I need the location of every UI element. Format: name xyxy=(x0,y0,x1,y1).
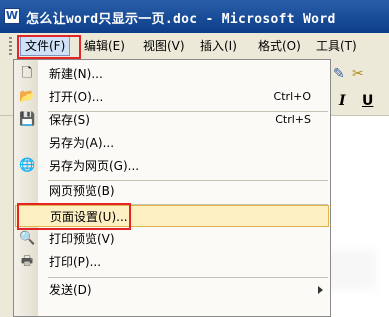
save-icon: 💾 xyxy=(19,112,36,127)
menu-view[interactable]: 视图(V) xyxy=(139,37,189,55)
menu-edit[interactable]: 编辑(E) xyxy=(80,37,129,55)
menu-item-print-preview[interactable]: 🔍 打印预览(V) xyxy=(15,228,329,250)
menu-item-label: 打开(O)... xyxy=(49,90,104,104)
file-menu-highlight-box xyxy=(17,35,81,59)
menu-item-open[interactable]: 📂 打开(O)... Ctrl+O xyxy=(15,86,329,108)
underline-button[interactable]: U xyxy=(362,93,373,109)
menu-item-new[interactable]: 🗋 新建(N)... xyxy=(15,63,329,85)
menu-item-send[interactable]: 发送(D) xyxy=(15,279,329,301)
italic-button[interactable]: I xyxy=(339,93,346,109)
paste-icon[interactable]: ✂ xyxy=(352,66,364,82)
menu-item-shortcut: Ctrl+S xyxy=(275,113,311,126)
menu-item-label: 另存为网页(G)... xyxy=(49,159,140,173)
menu-item-label: 保存(S) xyxy=(49,113,90,127)
menu-item-shortcut: Ctrl+O xyxy=(273,90,311,103)
left-ruler-strip xyxy=(0,116,13,317)
menu-item-save-as-web[interactable]: 🌐 另存为网页(G)... xyxy=(15,155,329,177)
menu-insert[interactable]: 插入(I) xyxy=(196,37,241,55)
menubar-grip-handle[interactable] xyxy=(9,37,12,55)
menu-item-label: 打印预览(V) xyxy=(49,232,115,246)
title-bar: W 怎么让word只显示一页.doc - Microsoft Word xyxy=(0,0,389,33)
menu-item-save[interactable]: 💾 保存(S) Ctrl+S xyxy=(15,109,329,131)
word-app-icon: W xyxy=(4,8,20,24)
menu-item-label: 发送(D) xyxy=(49,283,92,297)
folder-open-icon: 📂 xyxy=(19,89,36,104)
save-web-icon: 🌐 xyxy=(19,158,36,173)
submenu-arrow-icon xyxy=(318,286,323,294)
menu-item-label: 网页预览(B) xyxy=(49,184,115,198)
page-setup-highlight-box xyxy=(17,203,131,230)
menu-item-label: 另存为(A)... xyxy=(49,136,115,150)
print-preview-icon: 🔍 xyxy=(19,231,36,246)
menu-item-print[interactable]: 🖶 打印(P)... xyxy=(15,251,329,273)
new-doc-icon: 🗋 xyxy=(21,66,33,81)
menu-separator xyxy=(48,277,328,278)
format-painter-icon[interactable]: ✎ xyxy=(333,66,345,82)
menu-item-label: 打印(P)... xyxy=(49,255,102,269)
menu-item-label: 新建(N)... xyxy=(49,67,103,81)
menu-item-save-as[interactable]: 另存为(A)... xyxy=(15,132,329,154)
file-dropdown-menu: 🗋 新建(N)... 📂 打开(O)... Ctrl+O 💾 保存(S) Ctr… xyxy=(13,59,331,317)
menu-tools[interactable]: 工具(T) xyxy=(312,37,361,55)
menu-format[interactable]: 格式(O) xyxy=(254,37,305,55)
window-title: 怎么让word只显示一页.doc - Microsoft Word xyxy=(26,12,336,27)
menu-item-web-preview[interactable]: 网页预览(B) xyxy=(15,180,329,202)
printer-icon: 🖶 xyxy=(20,254,34,269)
